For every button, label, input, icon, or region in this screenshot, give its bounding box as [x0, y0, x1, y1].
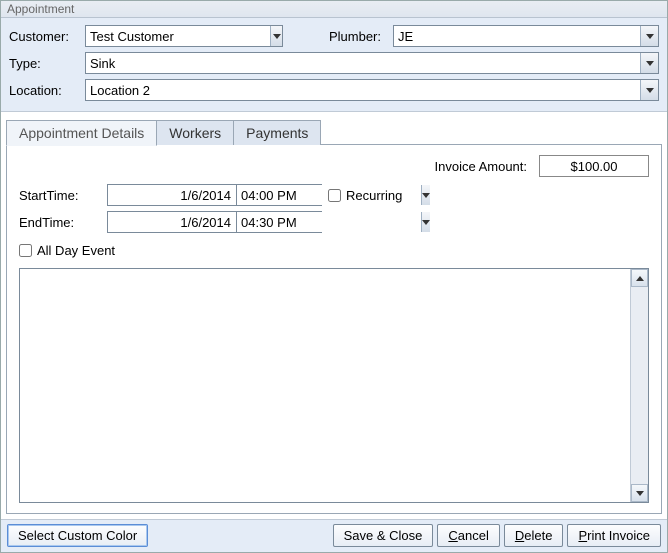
delete-button[interactable]: Delete: [504, 524, 564, 547]
chevron-down-icon: [636, 491, 644, 496]
recurring-label: Recurring: [346, 188, 402, 203]
appointment-details-panel: Invoice Amount: StartTime: Recurring End…: [6, 145, 662, 514]
action-bar: Select Custom Color Save & Close Cancel …: [1, 519, 667, 552]
plumber-dropdown-button[interactable]: [640, 26, 658, 46]
location-input[interactable]: [86, 80, 640, 100]
customer-label: Customer:: [9, 29, 85, 44]
chevron-up-icon: [636, 276, 644, 281]
save-close-button[interactable]: Save & Close: [333, 524, 434, 547]
recurring-checkbox[interactable]: [328, 189, 341, 202]
chevron-down-icon: [646, 61, 654, 66]
start-time-dropdown-button[interactable]: [421, 185, 430, 205]
tab-bar: Appointment Details Workers Payments: [1, 118, 667, 145]
chevron-down-icon: [422, 220, 430, 225]
invoice-amount-input[interactable]: [539, 155, 649, 177]
plumber-input[interactable]: [394, 26, 640, 46]
invoice-amount-label: Invoice Amount:: [435, 159, 528, 174]
allday-label: All Day Event: [37, 243, 115, 258]
location-dropdown-button[interactable]: [640, 80, 658, 100]
allday-checkbox-wrap[interactable]: All Day Event: [19, 243, 649, 258]
appointment-window: Appointment Customer: Plumber: Type: Loc…: [0, 0, 668, 553]
type-input[interactable]: [86, 53, 640, 73]
type-dropdown-button[interactable]: [640, 53, 658, 73]
start-date-input[interactable]: [107, 184, 237, 206]
customer-combobox[interactable]: [85, 25, 283, 47]
customer-input[interactable]: [86, 26, 270, 46]
location-combobox[interactable]: [85, 79, 659, 101]
scroll-down-button[interactable]: [631, 484, 648, 502]
plumber-combobox[interactable]: [393, 25, 659, 47]
details-listbox[interactable]: [19, 268, 649, 503]
start-time-combobox[interactable]: [236, 184, 322, 206]
plumber-label: Plumber:: [303, 29, 381, 44]
listbox-content[interactable]: [20, 269, 630, 502]
location-label: Location:: [9, 83, 85, 98]
scroll-up-button[interactable]: [631, 269, 648, 287]
chevron-down-icon: [422, 193, 430, 198]
window-title: Appointment: [7, 2, 74, 16]
recurring-checkbox-wrap[interactable]: Recurring: [328, 188, 402, 203]
end-date-input[interactable]: [107, 211, 237, 233]
allday-checkbox[interactable]: [19, 244, 32, 257]
tab-workers[interactable]: Workers: [156, 120, 234, 145]
chevron-down-icon: [646, 88, 654, 93]
window-titlebar: Appointment: [1, 1, 667, 18]
cancel-button[interactable]: Cancel: [437, 524, 499, 547]
header-form: Customer: Plumber: Type: Location:: [1, 18, 667, 112]
end-time-dropdown-button[interactable]: [421, 212, 430, 232]
endtime-label: EndTime:: [19, 215, 107, 230]
type-label: Type:: [9, 56, 85, 71]
tab-appointment-details[interactable]: Appointment Details: [6, 120, 157, 146]
starttime-label: StartTime:: [19, 188, 107, 203]
customer-dropdown-button[interactable]: [270, 26, 282, 46]
end-time-combobox[interactable]: [236, 211, 322, 233]
select-custom-color-button[interactable]: Select Custom Color: [7, 524, 148, 547]
chevron-down-icon: [273, 34, 281, 39]
type-combobox[interactable]: [85, 52, 659, 74]
chevron-down-icon: [646, 34, 654, 39]
tab-payments[interactable]: Payments: [233, 120, 321, 145]
listbox-scrollbar[interactable]: [630, 269, 648, 502]
print-invoice-button[interactable]: Print Invoice: [567, 524, 661, 547]
end-time-input[interactable]: [237, 212, 421, 232]
